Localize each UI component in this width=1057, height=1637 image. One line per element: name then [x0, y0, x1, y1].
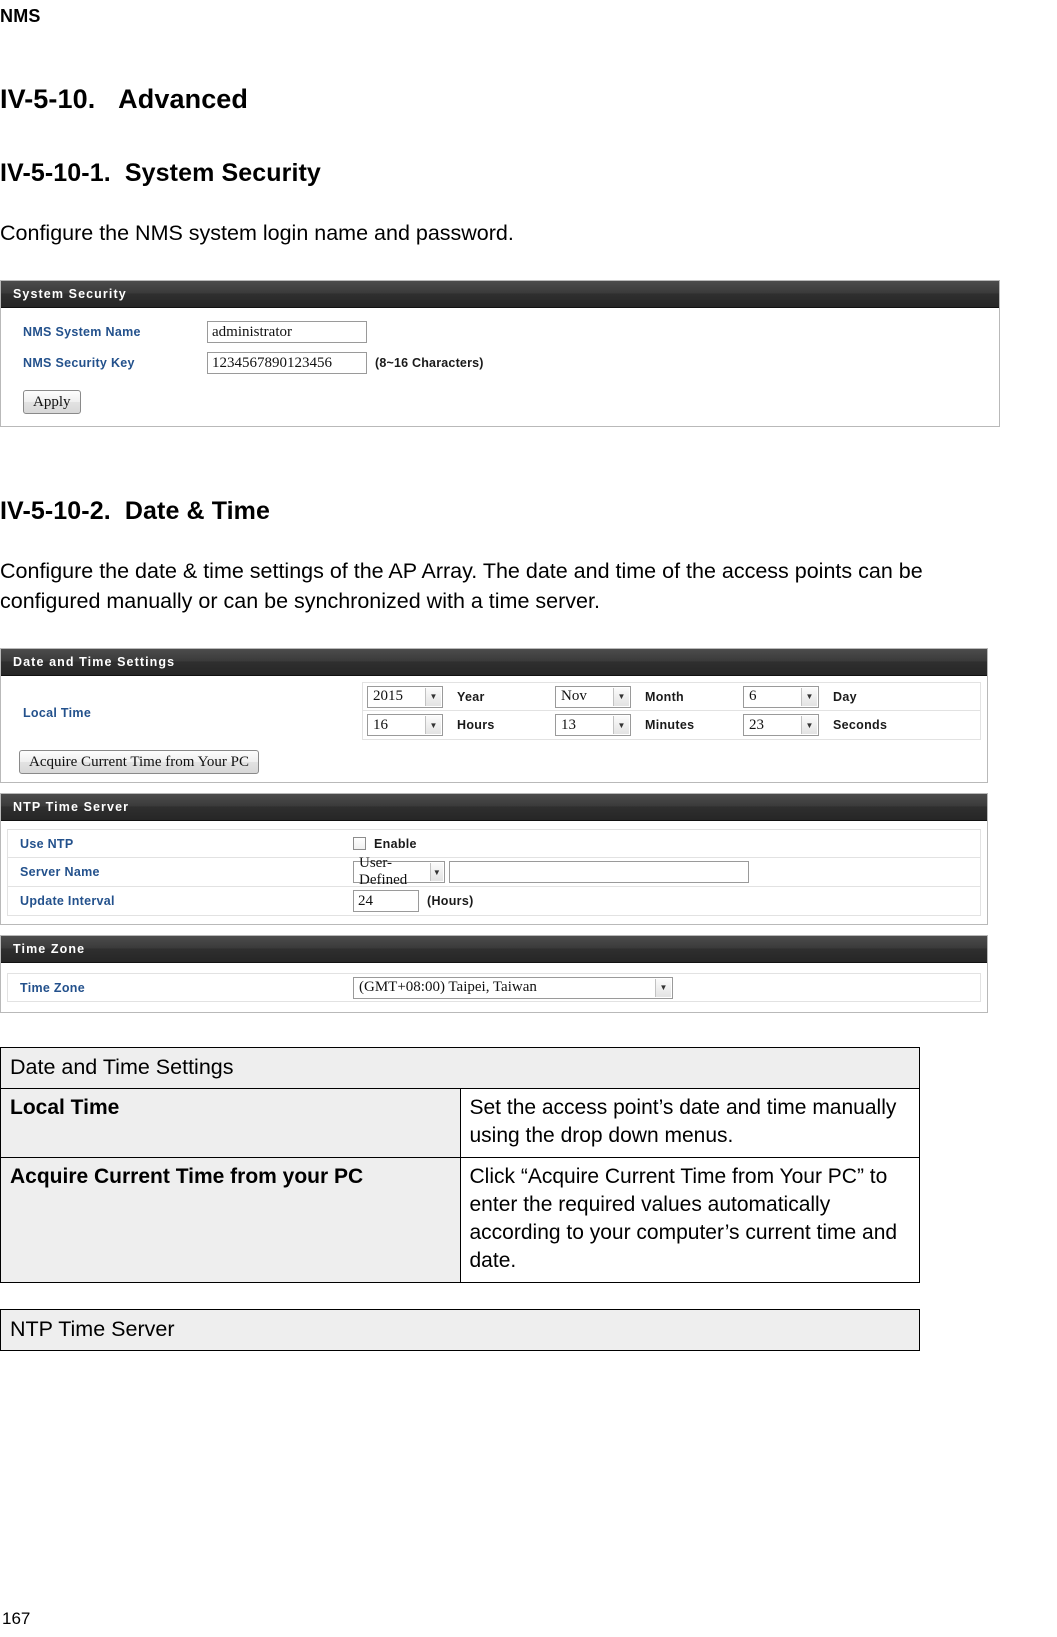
- chevron-down-icon: ▼: [801, 716, 817, 734]
- enable-label: Enable: [374, 836, 417, 851]
- page-content: IV-5-10. Advanced IV-5-10-1. System Secu…: [0, 0, 1057, 1351]
- server-name-label: Server Name: [20, 865, 100, 879]
- subsection-number: IV-5-10-1.: [0, 159, 111, 187]
- table-row: NMS System Name administrator: [7, 318, 993, 345]
- date-time-description: Configure the date & time settings of th…: [0, 559, 923, 613]
- year-select[interactable]: 2015 ▼: [367, 685, 443, 708]
- local-time-row-date: 2015 ▼ Year Nov ▼ Month 6 ▼ Day: [362, 682, 981, 711]
- chevron-down-icon: ▼: [429, 863, 443, 881]
- section-heading-advanced: IV-5-10. Advanced: [0, 84, 997, 115]
- server-name-value: User-Defined: [359, 855, 408, 888]
- row-value-local-time: Set the access point’s date and time man…: [459, 1088, 920, 1158]
- seconds-label: Seconds: [833, 718, 888, 732]
- page-header: NMS: [0, 6, 41, 26]
- ntp-panel-title: NTP Time Server: [1, 794, 987, 821]
- server-name-row: Server Name User-Defined ▼: [7, 855, 981, 888]
- subsection-number: IV-5-10-2.: [0, 497, 111, 525]
- time-zone-value: (GMT+08:00) Taipei, Taiwan: [359, 979, 537, 995]
- date-time-description-table: Date and Time Settings Local Time Set th…: [0, 1047, 920, 1283]
- row-value-acquire-time: Click “Acquire Current Time from Your PC…: [459, 1157, 920, 1283]
- ntp-time-server-screenshot: NTP Time Server Use NTP Enable Server Na…: [0, 793, 988, 925]
- use-ntp-row: Use NTP Enable: [7, 829, 981, 858]
- seconds-select[interactable]: 23 ▼: [743, 714, 819, 736]
- hours-select[interactable]: 16 ▼: [367, 714, 443, 736]
- section-heading-system-security: IV-5-10-1. System Security: [0, 159, 997, 188]
- document-page: NMS IV-5-10. Advanced IV-5-10-1. System …: [0, 0, 1057, 1637]
- day-select[interactable]: 6 ▼: [743, 685, 819, 708]
- minutes-select[interactable]: 13 ▼: [555, 714, 631, 736]
- update-interval-input[interactable]: 24: [353, 890, 419, 912]
- hours-label: Hours: [457, 718, 495, 732]
- table-row: NTP Time Server: [0, 1309, 920, 1351]
- table-row: NMS Security Key 1234567890123456 (8~16 …: [7, 349, 993, 376]
- apply-button[interactable]: Apply: [23, 390, 81, 414]
- nms-security-key-label: NMS Security Key: [23, 355, 135, 370]
- table-row: Local Time Set the access point’s date a…: [0, 1088, 920, 1158]
- year-label: Year: [457, 689, 485, 704]
- minutes-label: Minutes: [645, 718, 695, 732]
- time-zone-panel-title: Time Zone: [1, 936, 987, 963]
- local-time-row-time: 16 ▼ Hours 13 ▼ Minutes 23 ▼ Seconds: [362, 711, 981, 740]
- nms-security-key-input[interactable]: 1234567890123456: [207, 351, 367, 374]
- use-ntp-label: Use NTP: [20, 836, 74, 851]
- table-header-date-time: Date and Time Settings: [0, 1047, 920, 1089]
- date-time-screenshot: Date and Time Settings Local Time 2015 ▼: [0, 648, 988, 783]
- chevron-down-icon: ▼: [801, 687, 817, 706]
- day-label: Day: [833, 689, 857, 704]
- day-value: 6: [749, 688, 757, 704]
- section-number: IV-5-10.: [0, 84, 96, 114]
- month-label: Month: [645, 689, 684, 704]
- nms-system-name-input[interactable]: administrator: [207, 320, 367, 343]
- subsection-title: Date & Time: [124, 497, 271, 525]
- year-value: 2015: [373, 688, 403, 704]
- ntp-description-table: NTP Time Server: [0, 1309, 920, 1351]
- server-name-input[interactable]: [449, 861, 749, 883]
- row-key-local-time: Local Time: [0, 1088, 461, 1158]
- update-interval-label: Update Interval: [20, 894, 115, 908]
- local-time-label: Local Time: [23, 706, 92, 720]
- update-interval-unit: (Hours): [427, 894, 474, 908]
- time-zone-select[interactable]: (GMT+08:00) Taipei, Taiwan ▼: [353, 976, 673, 999]
- hours-value: 16: [373, 716, 388, 733]
- section-title: Advanced: [118, 84, 249, 114]
- page-number: 167: [2, 1609, 31, 1628]
- time-zone-screenshot: Time Zone Time Zone (GMT+08:00) Taipei, …: [0, 935, 988, 1013]
- chevron-down-icon: ▼: [613, 687, 629, 706]
- month-select[interactable]: Nov ▼: [555, 685, 631, 708]
- acquire-current-time-button[interactable]: Acquire Current Time from Your PC: [19, 750, 260, 774]
- month-value: Nov: [561, 688, 587, 704]
- enable-ntp-checkbox[interactable]: [353, 837, 366, 850]
- chevron-down-icon: ▼: [425, 687, 441, 706]
- section-heading-date-time: IV-5-10-2. Date & Time: [0, 497, 997, 526]
- update-interval-row: Update Interval 24 (Hours): [7, 887, 981, 916]
- chevron-down-icon: ▼: [613, 716, 629, 734]
- subsection-title: System Security: [124, 159, 321, 187]
- chevron-down-icon: ▼: [425, 716, 441, 734]
- minutes-value: 13: [561, 716, 576, 733]
- system-security-description: Configure the NMS system login name and …: [0, 221, 514, 245]
- chevron-down-icon: ▼: [655, 978, 671, 997]
- time-zone-label: Time Zone: [20, 980, 85, 995]
- nms-system-name-label: NMS System Name: [23, 324, 141, 339]
- table-header-ntp: NTP Time Server: [0, 1309, 920, 1351]
- time-zone-row: Time Zone (GMT+08:00) Taipei, Taiwan ▼: [7, 973, 981, 1002]
- server-name-select[interactable]: User-Defined ▼: [353, 855, 445, 888]
- nms-security-key-note: (8~16 Characters): [375, 355, 484, 370]
- row-key-acquire-time: Acquire Current Time from your PC: [0, 1157, 461, 1283]
- table-row: Date and Time Settings: [0, 1047, 920, 1089]
- seconds-value: 23: [749, 716, 764, 733]
- date-time-panel-title: Date and Time Settings: [1, 649, 987, 676]
- table-row: Acquire Current Time from your PC Click …: [0, 1157, 920, 1283]
- system-security-panel-title: System Security: [1, 281, 999, 308]
- system-security-screenshot: System Security NMS System Name administ…: [0, 280, 1000, 427]
